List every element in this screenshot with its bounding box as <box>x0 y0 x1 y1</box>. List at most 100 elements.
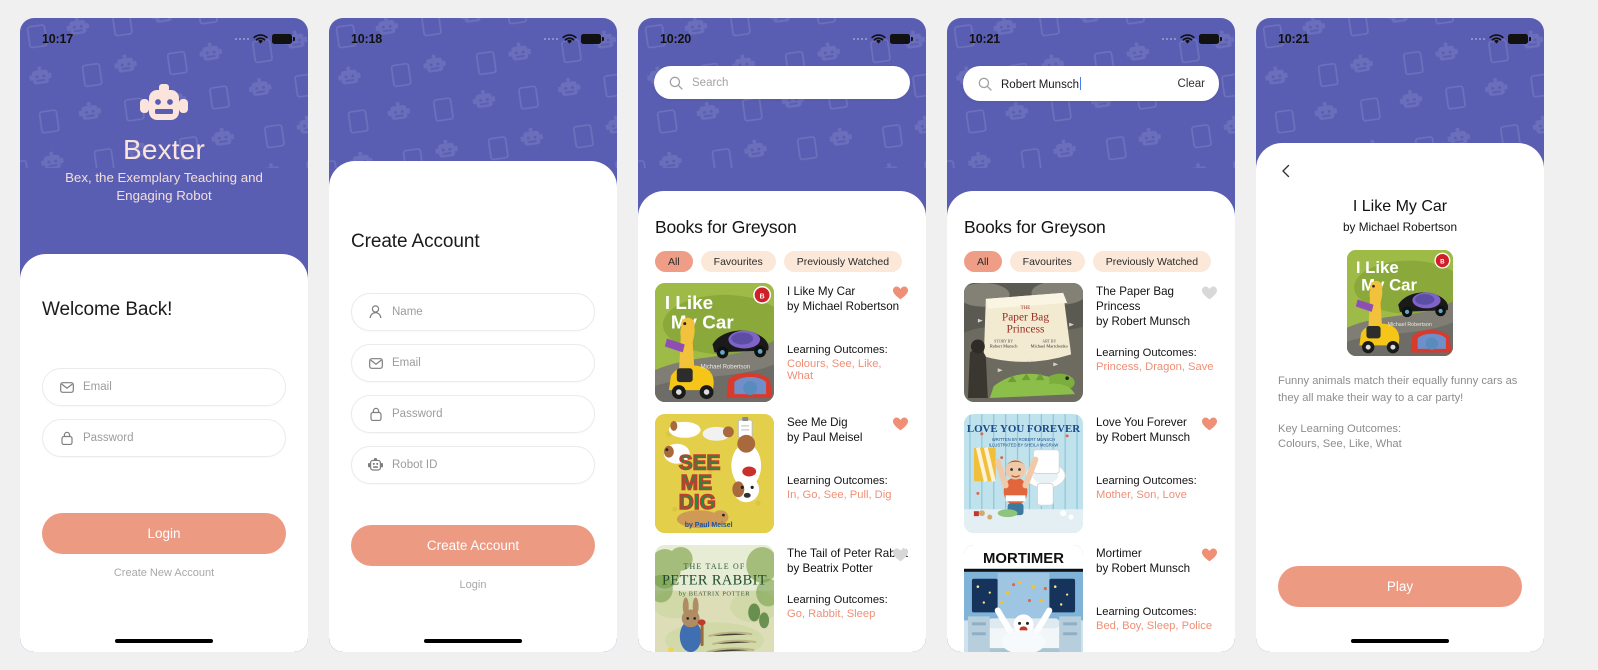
phone-screen-book-detail: 10:21 I Like My Car by Michael Robertson… <box>1256 18 1544 652</box>
status-bar: 10:18 <box>329 18 617 52</box>
favourite-heart-icon[interactable] <box>892 416 909 432</box>
status-indicators <box>852 33 913 45</box>
i-like-my-car-cover <box>655 283 774 402</box>
book-list-item[interactable]: The Tail of Peter Rabbit by Beatrix Pott… <box>655 545 909 652</box>
filter-chip-favourites[interactable]: Favourites <box>700 251 776 272</box>
robot-id-field[interactable]: Robot ID <box>351 446 595 484</box>
create-new-account-link[interactable]: Create New Account <box>42 567 286 579</box>
mortimer-cover <box>964 545 1083 652</box>
wifi-icon <box>562 33 577 45</box>
key-learning-outcomes-label: Key Learning Outcomes: <box>1278 423 1402 436</box>
learning-outcomes-values: Princess, Dragon, Save <box>1096 361 1214 374</box>
status-indicators <box>1161 33 1222 45</box>
filter-chip-previously-watched[interactable]: Previously Watched <box>783 251 903 272</box>
book-author: by Robert Munsch <box>1096 431 1191 445</box>
phone-screen-splash-login: 10:17 Bexter Bex, the Exemplary Teaching… <box>20 18 308 652</box>
paper-bag-princess-cover <box>964 283 1083 402</box>
signal-dots-icon <box>852 37 867 41</box>
filter-chip-all[interactable]: All <box>964 251 1002 272</box>
book-detail-sheet: I Like My Car by Michael Robertson Funny… <box>1256 143 1544 652</box>
book-list-item[interactable]: The Paper Bag Princess by Robert Munsch … <box>964 283 1218 402</box>
book-detail-author: by Michael Robertson <box>1342 220 1458 234</box>
filter-chips: All Favourites Previously Watched <box>964 251 1218 272</box>
learning-outcomes-label: Learning Outcomes: <box>787 594 888 607</box>
create-account-heading: Create Account <box>351 231 480 252</box>
search-input[interactable]: Robert Munsch Clear <box>963 66 1219 101</box>
status-indicators <box>1470 33 1531 45</box>
love-you-forever-cover <box>964 414 1083 533</box>
book-list: I Like My Car by Michael Robertson Learn… <box>655 283 909 652</box>
password-input-text: Password <box>83 432 134 444</box>
login-link[interactable]: Login <box>351 579 595 591</box>
status-bar: 10:21 <box>947 18 1235 52</box>
email-field[interactable]: Email <box>42 368 286 406</box>
name-field[interactable]: Name <box>351 293 595 331</box>
robot-id-input-text: Robot ID <box>392 459 438 471</box>
learning-outcomes-label: Learning Outcomes: <box>787 344 888 357</box>
email-input-text: Email <box>392 357 421 369</box>
favourite-heart-icon[interactable] <box>892 285 909 301</box>
book-title: The Tail of Peter Rabbit <box>787 547 908 560</box>
home-indicator <box>115 639 213 643</box>
brand-subtitle: Bex, the Exemplary Teaching and Engaging… <box>65 170 263 204</box>
book-author: by Beatrix Potter <box>787 562 873 576</box>
learning-outcomes-label: Learning Outcomes: <box>1096 606 1197 619</box>
learning-outcomes-values: In, Go, See, Pull, Dig <box>787 489 892 502</box>
battery-full-icon <box>1508 34 1531 44</box>
book-description: Funny animals match their equally funny … <box>1278 375 1518 405</box>
book-list-item[interactable]: Mortimer by Robert Munsch Learning Outco… <box>964 545 1218 652</box>
login-sheet: Welcome Back! Email Password Login Creat… <box>20 254 308 652</box>
book-title: Love You Forever <box>1096 416 1187 429</box>
wifi-icon <box>1489 33 1504 45</box>
lock-icon <box>368 407 383 422</box>
favourite-heart-icon[interactable] <box>1201 416 1218 432</box>
chevron-left-icon[interactable] <box>1278 163 1294 179</box>
status-indicators <box>543 33 604 45</box>
status-bar: 10:20 <box>638 18 926 52</box>
play-button[interactable]: Play <box>1278 566 1522 607</box>
i-like-my-car-cover <box>1347 250 1453 356</box>
peter-rabbit-cover <box>655 545 774 652</box>
robot-head-icon <box>138 84 190 130</box>
password-input-text: Password <box>392 408 443 420</box>
favourite-heart-icon[interactable] <box>892 547 909 563</box>
learning-outcomes-label: Learning Outcomes: <box>787 475 888 488</box>
login-heading: Welcome Back! <box>42 299 173 320</box>
create-account-button[interactable]: Create Account <box>351 525 595 566</box>
signal-dots-icon <box>543 37 558 41</box>
book-list-item[interactable]: I Like My Car by Michael Robertson Learn… <box>655 283 909 402</box>
home-indicator <box>1351 639 1449 643</box>
status-time: 10:18 <box>351 32 382 46</box>
filter-chip-previously-watched[interactable]: Previously Watched <box>1092 251 1212 272</box>
clear-search-button[interactable]: Clear <box>1178 78 1205 90</box>
book-list-item[interactable]: Love You Forever by Robert Munsch Learni… <box>964 414 1218 533</box>
book-author: by Robert Munsch <box>1096 315 1191 329</box>
password-field[interactable]: Password <box>351 395 595 433</box>
email-field[interactable]: Email <box>351 344 595 382</box>
mail-icon <box>59 380 74 395</box>
book-list-item[interactable]: See Me Dig by Paul Meisel Learning Outco… <box>655 414 909 533</box>
wifi-icon <box>253 33 268 45</box>
filter-chip-all[interactable]: All <box>655 251 693 272</box>
filter-chip-favourites[interactable]: Favourites <box>1009 251 1085 272</box>
password-field[interactable]: Password <box>42 419 286 457</box>
book-list-sheet: Books for Greyson All Favourites Previou… <box>947 191 1235 652</box>
search-input[interactable]: Search <box>654 66 910 99</box>
create-account-sheet: Create Account Name Email Password Robot… <box>329 161 617 652</box>
status-time: 10:20 <box>660 32 691 46</box>
battery-full-icon <box>890 34 913 44</box>
brand-block: Bexter Bex, the Exemplary Teaching and E… <box>20 84 308 205</box>
book-title: I Like My Car <box>787 285 856 298</box>
favourite-heart-icon[interactable] <box>1201 547 1218 563</box>
status-time: 10:21 <box>969 32 1000 46</box>
search-icon <box>977 76 992 91</box>
status-time: 10:21 <box>1278 32 1309 46</box>
wifi-icon <box>871 33 886 45</box>
home-indicator <box>424 639 522 643</box>
learning-outcomes-values: Mother, Son, Love <box>1096 489 1187 502</box>
key-learning-outcomes-values: Colours, See, Like, What <box>1278 438 1402 451</box>
battery-full-icon <box>272 34 295 44</box>
login-button[interactable]: Login <box>42 513 286 554</box>
favourite-heart-icon[interactable] <box>1201 285 1218 301</box>
signal-dots-icon <box>234 37 249 41</box>
